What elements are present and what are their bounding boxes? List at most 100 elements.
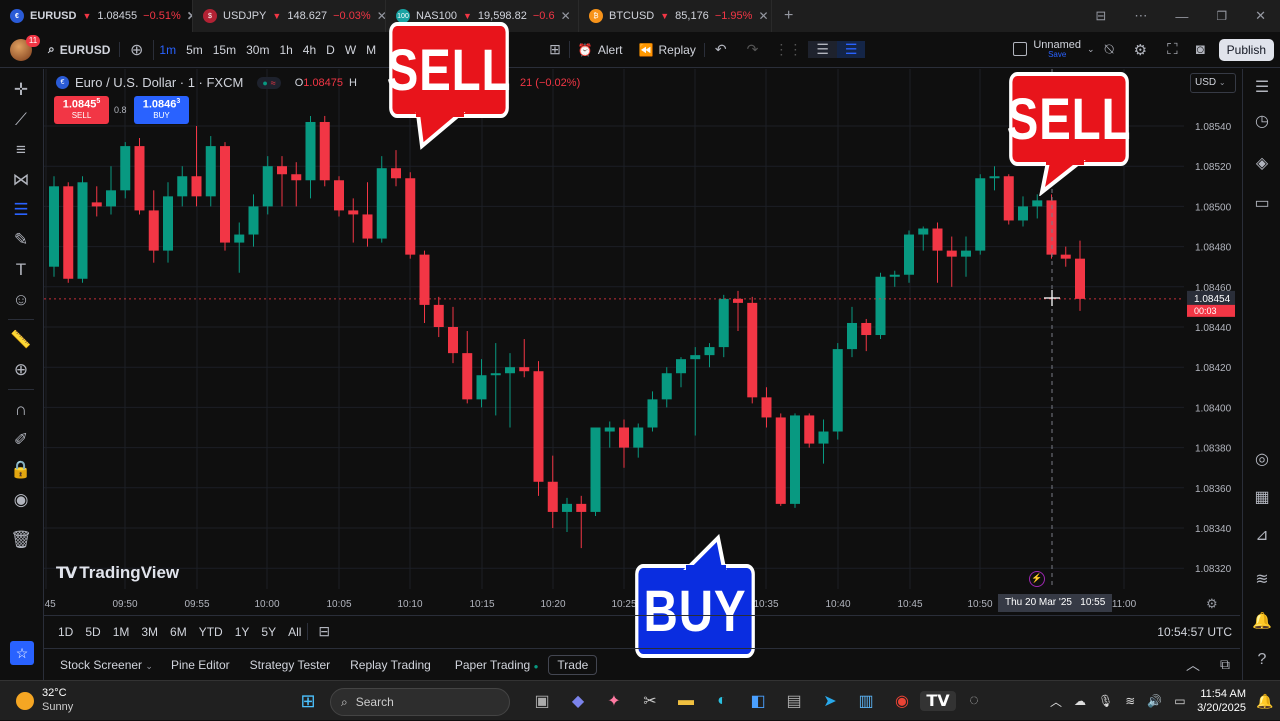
- maximize-icon[interactable]: ❐: [1202, 9, 1241, 23]
- zoom-in-icon[interactable]: ⊕: [10, 359, 32, 381]
- file-explorer-icon[interactable]: ▬: [668, 692, 704, 710]
- volume-icon[interactable]: 🔊: [1147, 694, 1162, 708]
- panel-pine-editor[interactable]: Pine Editor: [161, 658, 240, 672]
- wifi-icon[interactable]: ≋: [1125, 694, 1135, 708]
- timeframe-d[interactable]: D: [321, 43, 340, 57]
- emoji-icon[interactable]: ☺: [10, 289, 32, 311]
- snipping-tool-icon[interactable]: ✂: [632, 691, 668, 711]
- timeframe-5m[interactable]: 5m: [181, 43, 208, 57]
- date-range-calendar-icon[interactable]: ⊟: [307, 623, 340, 640]
- broadcast-icon[interactable]: ≋: [1251, 569, 1273, 591]
- undo-icon[interactable]: ↶: [705, 41, 737, 58]
- panel-paper-trading[interactable]: Paper Trading ●: [441, 658, 543, 672]
- layout-icon[interactable]: ⊟: [1081, 8, 1120, 24]
- object-tree-icon[interactable]: ☰: [836, 41, 866, 58]
- battery-icon[interactable]: ▭: [1174, 694, 1185, 708]
- range-ytd[interactable]: YTD: [193, 625, 229, 639]
- drag-handle-icon[interactable]: ⋮⋮: [768, 41, 808, 58]
- windows-start-icon[interactable]: ⊞: [297, 681, 319, 721]
- tradingview-app-icon[interactable]: 𝗧𝗩: [920, 691, 956, 711]
- chrome-icon[interactable]: ◉: [884, 691, 920, 711]
- crosshair-icon[interactable]: ✛: [10, 79, 32, 101]
- range-5d[interactable]: 5D: [79, 625, 106, 639]
- notifications-bell-icon[interactable]: 🔔: [1251, 611, 1273, 633]
- range-1y[interactable]: 1Y: [229, 625, 256, 639]
- symbol-search-button[interactable]: ⌕ EURUSD: [40, 42, 120, 57]
- range-1m[interactable]: 1M: [107, 625, 136, 639]
- range-all[interactable]: All: [282, 625, 307, 639]
- telegram-icon[interactable]: ➤: [812, 691, 848, 711]
- notepad-icon[interactable]: ▥: [848, 691, 884, 711]
- task-view-icon[interactable]: ▣: [524, 691, 560, 711]
- tab-eurusd[interactable]: € EURUSD ▼ 1.08455 −0.51% ✕: [0, 0, 193, 32]
- lightning-icon[interactable]: ⚡: [1029, 571, 1045, 587]
- timeframe-m[interactable]: M: [361, 43, 381, 57]
- store-icon[interactable]: ◧: [740, 691, 776, 711]
- lock-pencil-icon[interactable]: ✐: [10, 429, 32, 451]
- panel-stock-screener[interactable]: Stock Screener ⌄: [44, 658, 161, 672]
- close-window-icon[interactable]: ✕: [1241, 8, 1280, 24]
- more-icon[interactable]: ⋯: [1120, 8, 1161, 24]
- chart-tool-icon[interactable]: ⊿: [1251, 525, 1273, 547]
- watchlist-icon[interactable]: ☰: [1251, 77, 1273, 99]
- replay-button[interactable]: ⏪ Replay: [631, 42, 705, 57]
- range-5y[interactable]: 5Y: [255, 625, 282, 639]
- minimize-icon[interactable]: —: [1161, 9, 1202, 24]
- templates-icon[interactable]: ⊞: [541, 41, 570, 58]
- close-tab-icon[interactable]: ✕: [758, 9, 768, 23]
- settings-gear-icon[interactable]: ⚙: [1124, 41, 1157, 59]
- camera-icon[interactable]: ◙: [1188, 41, 1213, 58]
- clock[interactable]: 11:54 AM 3/20/2025: [1196, 681, 1246, 721]
- target-icon[interactable]: ◎: [1251, 449, 1273, 471]
- magnet-icon[interactable]: ∩: [10, 399, 32, 421]
- trash-icon[interactable]: 🗑: [10, 529, 32, 551]
- timeframe-1m[interactable]: 1m: [154, 43, 181, 57]
- timeframe-30m[interactable]: 30m: [241, 43, 274, 57]
- close-tab-icon[interactable]: ✕: [377, 9, 385, 23]
- panel-replay-trading[interactable]: Replay Trading: [340, 658, 441, 672]
- sell-button[interactable]: 1.08455 SELL: [54, 96, 109, 124]
- favorites-star-icon[interactable]: ☆: [10, 641, 34, 665]
- collapse-panel-icon[interactable]: ︿: [1176, 655, 1210, 675]
- app-icon[interactable]: ◌: [956, 692, 992, 710]
- text-tool-icon[interactable]: T: [10, 259, 32, 281]
- calendar-icon[interactable]: ▦: [1251, 487, 1273, 509]
- publish-button[interactable]: Publish: [1218, 38, 1274, 61]
- timeframe-15m[interactable]: 15m: [208, 43, 241, 57]
- range-6m[interactable]: 6M: [164, 625, 193, 639]
- redo-icon[interactable]: ↷: [737, 41, 769, 58]
- maximize-panel-icon[interactable]: ⧉: [1210, 656, 1240, 673]
- microphone-icon[interactable]: 🎙: [1098, 694, 1113, 708]
- axis-settings-gear-icon[interactable]: ⚙: [1206, 596, 1218, 612]
- chat-icon[interactable]: ▭: [1251, 193, 1273, 215]
- timeframe-4h[interactable]: 4h: [298, 43, 321, 57]
- edge-icon[interactable]: ◐: [704, 692, 740, 710]
- help-icon[interactable]: ?: [1251, 649, 1273, 671]
- alert-button[interactable]: ⏰ Alert: [570, 43, 631, 57]
- close-tab-icon[interactable]: ✕: [561, 9, 571, 23]
- teams-icon[interactable]: ◆: [560, 691, 596, 711]
- eye-icon[interactable]: ◉: [10, 489, 32, 511]
- alerts-clock-icon[interactable]: ◷: [1251, 111, 1273, 133]
- weather-widget[interactable]: 32°C Sunny: [16, 681, 73, 721]
- brush-icon[interactable]: ✎: [10, 229, 32, 251]
- panel-trade[interactable]: Trade: [548, 654, 598, 675]
- range-1d[interactable]: 1D: [52, 625, 79, 639]
- taskbar-search[interactable]: ⌕ Search: [330, 688, 510, 716]
- quick-search-icon[interactable]: ⍉: [1095, 41, 1124, 58]
- indicators-icon[interactable]: ☰: [808, 41, 837, 58]
- horizontal-lines-icon[interactable]: ≡: [10, 139, 32, 161]
- layout-menu[interactable]: Unnamed Save ⌄: [1013, 39, 1095, 60]
- calculator-icon[interactable]: ▤: [776, 691, 812, 711]
- avatar[interactable]: 11: [0, 32, 40, 68]
- timeframe-1h[interactable]: 1h: [274, 43, 297, 57]
- tray-chevron-up-icon[interactable]: ︿: [1050, 693, 1062, 710]
- trend-line-icon[interactable]: ⟋: [10, 109, 32, 131]
- pattern-icon[interactable]: ⋈: [10, 169, 32, 191]
- layers-icon[interactable]: ◈: [1251, 153, 1273, 175]
- tab-btcusd[interactable]: ₿ BTCUSD ▼ 85,176 −1.95% ✕: [579, 0, 772, 32]
- onedrive-cloud-icon[interactable]: ☁: [1074, 694, 1086, 708]
- buy-button[interactable]: 1.08463 BUY: [134, 96, 189, 124]
- notifications-icon[interactable]: 🔔: [1256, 681, 1273, 721]
- new-tab-icon[interactable]: +: [772, 7, 805, 25]
